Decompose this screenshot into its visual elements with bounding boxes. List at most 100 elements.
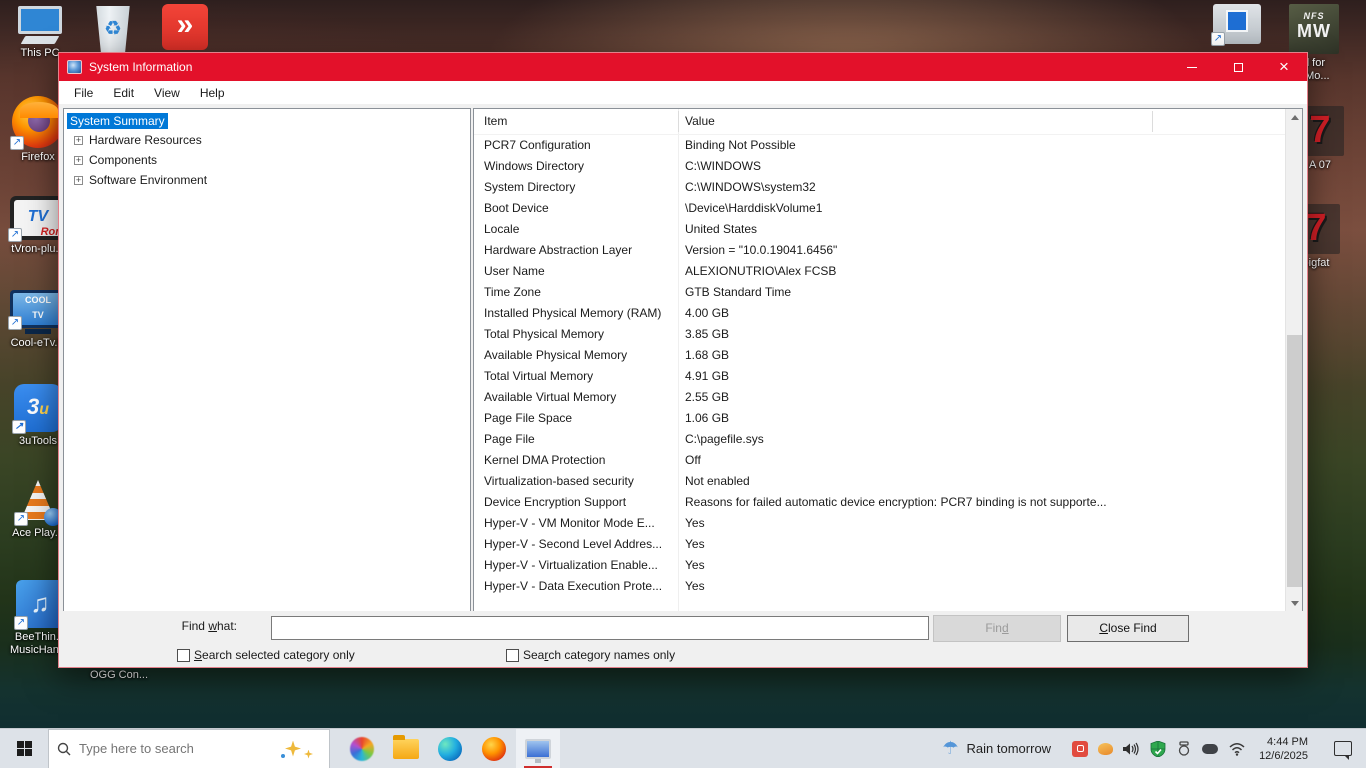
shortcut-arrow-icon: ↗ (14, 616, 28, 630)
scroll-up-icon[interactable] (1286, 109, 1303, 126)
table-row[interactable]: Available Physical Memory 1.68 GB (474, 345, 1302, 366)
tray-anydesk[interactable] (1072, 741, 1088, 757)
tree-item[interactable]: + Hardware Resources (74, 130, 470, 150)
copilot-sparkle-icon (304, 750, 313, 759)
tray-security[interactable] (1150, 741, 1166, 757)
file-explorer-icon (393, 739, 419, 759)
shortcut-arrow-icon: ↗ (12, 420, 26, 434)
volume-icon (1123, 742, 1140, 756)
table-row[interactable]: Page File C:\pagefile.sys (474, 429, 1302, 450)
menu-help[interactable]: Help (190, 83, 235, 103)
table-row[interactable]: Total Virtual Memory 4.91 GB (474, 366, 1302, 387)
table-row[interactable]: Kernel DMA Protection Off (474, 450, 1302, 471)
table-row[interactable]: Available Virtual Memory 2.55 GB (474, 387, 1302, 408)
scroll-down-icon[interactable] (1286, 595, 1303, 612)
desktop-icon-printer[interactable]: ↗ (1210, 4, 1264, 44)
table-row[interactable]: Windows Directory C:\WINDOWS (474, 156, 1302, 177)
table-row[interactable]: Boot Device \Device\HarddiskVolume1 (474, 198, 1302, 219)
tray-mouse-device[interactable] (1202, 744, 1218, 754)
taskbar-app-copilot[interactable] (340, 729, 384, 768)
notification-center-icon[interactable] (1334, 741, 1352, 756)
window-titlebar[interactable]: System Information × (59, 53, 1307, 81)
table-row[interactable]: Hyper-V - Second Level Addres... Yes (474, 534, 1302, 555)
expand-plus-icon[interactable]: + (74, 136, 83, 145)
tray-volume[interactable] (1123, 742, 1140, 756)
expand-plus-icon[interactable]: + (74, 156, 83, 165)
minimize-button[interactable] (1169, 53, 1215, 81)
table-row[interactable]: PCR7 Configuration Binding Not Possible (474, 135, 1302, 156)
windows-logo-icon (17, 741, 32, 756)
vertical-scrollbar[interactable] (1285, 109, 1302, 612)
desktop-icon-label: OGG Con... (84, 669, 154, 682)
taskbar-search-box[interactable] (48, 729, 330, 768)
printer-icon: ↗ (1213, 4, 1261, 44)
list-header: Item Value (474, 109, 1302, 135)
taskbar-app-firefox[interactable] (472, 729, 516, 768)
table-row[interactable]: Total Physical Memory 3.85 GB (474, 324, 1302, 345)
start-button[interactable] (0, 729, 48, 768)
expand-plus-icon[interactable]: + (74, 176, 83, 185)
tree-item-system-summary[interactable]: System Summary (67, 113, 168, 129)
3utools-icon: 3u ↗ (14, 384, 62, 432)
msinfo-icon (525, 739, 551, 759)
close-button[interactable]: × (1261, 53, 1307, 81)
tray-device[interactable] (1176, 741, 1192, 757)
table-row[interactable]: Hardware Abstraction Layer Version = "10… (474, 240, 1302, 261)
find-button[interactable]: Find (933, 615, 1061, 642)
mouse-device-icon (1202, 744, 1218, 754)
table-row[interactable]: Device Encryption Support Reasons for fa… (474, 492, 1302, 513)
system-information-window: System Information × File Edit View Help… (58, 52, 1308, 668)
search-selected-category-checkbox[interactable]: Search selected category only (177, 648, 355, 662)
rain-umbrella-icon: ☂ (942, 738, 958, 759)
menu-view[interactable]: View (144, 83, 190, 103)
desktop-icon-anydesk[interactable]: » (160, 4, 210, 50)
table-row[interactable]: User Name ALEXIONUTRIO\Alex FCSB (474, 261, 1302, 282)
find-what-label: Find what: (119, 619, 237, 633)
tree-item[interactable]: + Software Environment (74, 170, 470, 190)
find-input[interactable] (271, 616, 929, 640)
column-header-value[interactable]: Value (685, 114, 715, 128)
table-row[interactable]: Hyper-V - VM Monitor Mode E... Yes (474, 513, 1302, 534)
desktop-icon-ogg[interactable]: OGG Con... (84, 666, 154, 682)
table-row[interactable]: System Directory C:\WINDOWS\system32 (474, 177, 1302, 198)
weather-widget[interactable]: ☂ Rain tomorrow (942, 738, 1051, 759)
menu-bar: File Edit View Help (59, 81, 1307, 104)
menu-file[interactable]: File (64, 83, 103, 103)
table-row[interactable]: Hyper-V - Virtualization Enable... Yes (474, 555, 1302, 576)
clock-date: 12/6/2025 (1259, 749, 1308, 763)
desktop-icon-recycle-bin[interactable]: ♻ (88, 6, 138, 52)
clock-time: 4:44 PM (1259, 735, 1308, 749)
table-row[interactable]: Hyper-V - Data Execution Prote... Yes (474, 576, 1302, 597)
tray-app[interactable] (1098, 743, 1113, 755)
device-icon (1176, 741, 1192, 757)
orange-app-icon (1098, 743, 1113, 755)
msinfo-window-icon (67, 60, 82, 74)
edge-icon (438, 737, 462, 761)
taskbar-app-file-explorer[interactable] (384, 729, 428, 768)
wifi-icon (1228, 742, 1246, 756)
table-row[interactable]: Page File Space 1.06 GB (474, 408, 1302, 429)
table-row[interactable]: Installed Physical Memory (RAM) 4.00 GB (474, 303, 1302, 324)
menu-edit[interactable]: Edit (103, 83, 144, 103)
tree-item[interactable]: + Components (74, 150, 470, 170)
column-header-item[interactable]: Item (484, 114, 507, 128)
taskbar-app-edge[interactable] (428, 729, 472, 768)
taskbar-clock[interactable]: 4:44 PM 12/6/2025 (1259, 735, 1308, 763)
search-input[interactable] (79, 741, 249, 756)
table-row[interactable]: Locale United States (474, 219, 1302, 240)
checkbox-icon[interactable] (177, 649, 190, 662)
close-find-button[interactable]: Close Find (1067, 615, 1189, 642)
find-bar: Find what: Find Close Find Search select… (59, 611, 1307, 667)
checkbox-icon[interactable] (506, 649, 519, 662)
table-row[interactable]: Time Zone GTB Standard Time (474, 282, 1302, 303)
anydesk-icon: » (162, 4, 208, 50)
shortcut-arrow-icon: ↗ (8, 228, 22, 242)
scrollbar-thumb[interactable] (1287, 335, 1302, 587)
taskbar-app-system-information[interactable] (516, 729, 560, 768)
table-row[interactable]: Virtualization-based security Not enable… (474, 471, 1302, 492)
firefox-icon (482, 737, 506, 761)
tray-network[interactable] (1228, 742, 1246, 756)
maximize-button[interactable] (1215, 53, 1261, 81)
list-rows: PCR7 Configuration Binding Not Possible … (474, 135, 1302, 597)
search-category-names-checkbox[interactable]: Search category names only (506, 648, 675, 662)
